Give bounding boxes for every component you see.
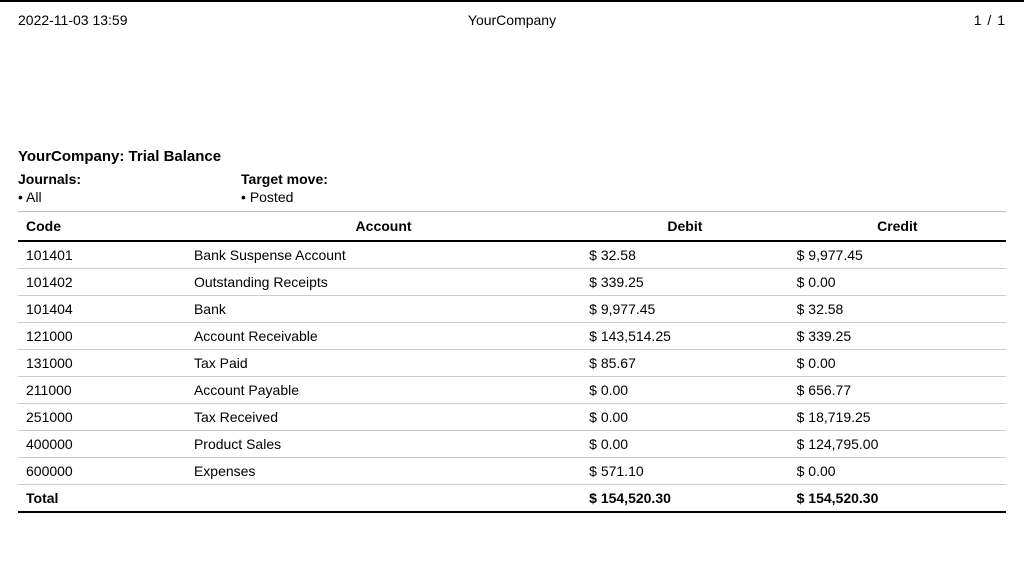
cell-debit: $ 9,977.45 bbox=[581, 296, 788, 323]
cell-account: Bank Suspense Account bbox=[186, 241, 581, 269]
total-blank bbox=[186, 485, 581, 513]
table-row: 400000Product Sales$ 0.00$ 124,795.00 bbox=[18, 431, 1006, 458]
cell-debit: $ 32.58 bbox=[581, 241, 788, 269]
table-row: 251000Tax Received$ 0.00$ 18,719.25 bbox=[18, 404, 1006, 431]
cell-credit: $ 32.58 bbox=[789, 296, 1006, 323]
table-row: 600000Expenses$ 571.10$ 0.00 bbox=[18, 458, 1006, 485]
cell-credit: $ 124,795.00 bbox=[789, 431, 1006, 458]
cell-code: 121000 bbox=[18, 323, 186, 350]
cell-account: Outstanding Receipts bbox=[186, 269, 581, 296]
table-row: 131000Tax Paid$ 85.67$ 0.00 bbox=[18, 350, 1006, 377]
cell-account: Product Sales bbox=[186, 431, 581, 458]
table-row: 121000Account Receivable$ 143,514.25$ 33… bbox=[18, 323, 1006, 350]
table-header-row: Code Account Debit Credit bbox=[18, 212, 1006, 242]
filter-journals-label: Journals: bbox=[18, 171, 81, 187]
table-row: 101404Bank$ 9,977.45$ 32.58 bbox=[18, 296, 1006, 323]
cell-account: Tax Paid bbox=[186, 350, 581, 377]
total-debit: $ 154,520.30 bbox=[581, 485, 788, 513]
cell-debit: $ 0.00 bbox=[581, 377, 788, 404]
cell-debit: $ 0.00 bbox=[581, 404, 788, 431]
page-header: 2022-11-03 13:59 YourCompany 1 / 1 bbox=[0, 2, 1024, 28]
cell-credit: $ 0.00 bbox=[789, 458, 1006, 485]
cell-code: 400000 bbox=[18, 431, 186, 458]
report-title: YourCompany: Trial Balance bbox=[18, 148, 1006, 165]
header-pagination: 1 / 1 bbox=[806, 12, 1006, 28]
cell-credit: $ 0.00 bbox=[789, 350, 1006, 377]
filter-journals: Journals: All bbox=[18, 171, 81, 205]
trial-balance-table: Code Account Debit Credit 101401Bank Sus… bbox=[18, 211, 1006, 513]
col-header-credit: Credit bbox=[789, 212, 1006, 242]
cell-account: Expenses bbox=[186, 458, 581, 485]
cell-code: 251000 bbox=[18, 404, 186, 431]
cell-credit: $ 9,977.45 bbox=[789, 241, 1006, 269]
table-row: 101402Outstanding Receipts$ 339.25$ 0.00 bbox=[18, 269, 1006, 296]
table-body: 101401Bank Suspense Account$ 32.58$ 9,97… bbox=[18, 241, 1006, 512]
filter-journals-value: All bbox=[18, 189, 81, 205]
cell-account: Account Receivable bbox=[186, 323, 581, 350]
total-credit: $ 154,520.30 bbox=[789, 485, 1006, 513]
cell-credit: $ 339.25 bbox=[789, 323, 1006, 350]
report-filters: Journals: All Target move: Posted bbox=[18, 171, 1006, 205]
filter-target-move: Target move: Posted bbox=[241, 171, 328, 205]
cell-account: Bank bbox=[186, 296, 581, 323]
cell-credit: $ 18,719.25 bbox=[789, 404, 1006, 431]
cell-debit: $ 571.10 bbox=[581, 458, 788, 485]
cell-code: 131000 bbox=[18, 350, 186, 377]
cell-code: 600000 bbox=[18, 458, 186, 485]
table-total-row: Total $ 154,520.30$ 154,520.30 bbox=[18, 485, 1006, 513]
report-body: YourCompany: Trial Balance Journals: All… bbox=[0, 28, 1024, 513]
cell-code: 211000 bbox=[18, 377, 186, 404]
filter-target-move-value: Posted bbox=[241, 189, 328, 205]
cell-debit: $ 85.67 bbox=[581, 350, 788, 377]
cell-debit: $ 143,514.25 bbox=[581, 323, 788, 350]
cell-code: 101401 bbox=[18, 241, 186, 269]
total-label: Total bbox=[18, 485, 186, 513]
col-header-account: Account bbox=[186, 212, 581, 242]
header-timestamp: 2022-11-03 13:59 bbox=[18, 12, 218, 28]
cell-account: Tax Received bbox=[186, 404, 581, 431]
cell-credit: $ 656.77 bbox=[789, 377, 1006, 404]
filter-target-move-label: Target move: bbox=[241, 171, 328, 187]
col-header-debit: Debit bbox=[581, 212, 788, 242]
cell-credit: $ 0.00 bbox=[789, 269, 1006, 296]
cell-account: Account Payable bbox=[186, 377, 581, 404]
table-row: 101401Bank Suspense Account$ 32.58$ 9,97… bbox=[18, 241, 1006, 269]
cell-debit: $ 339.25 bbox=[581, 269, 788, 296]
col-header-code: Code bbox=[18, 212, 186, 242]
cell-debit: $ 0.00 bbox=[581, 431, 788, 458]
header-company: YourCompany bbox=[218, 12, 806, 28]
cell-code: 101402 bbox=[18, 269, 186, 296]
report-page: 2022-11-03 13:59 YourCompany 1 / 1 YourC… bbox=[0, 0, 1024, 576]
cell-code: 101404 bbox=[18, 296, 186, 323]
table-row: 211000Account Payable$ 0.00$ 656.77 bbox=[18, 377, 1006, 404]
